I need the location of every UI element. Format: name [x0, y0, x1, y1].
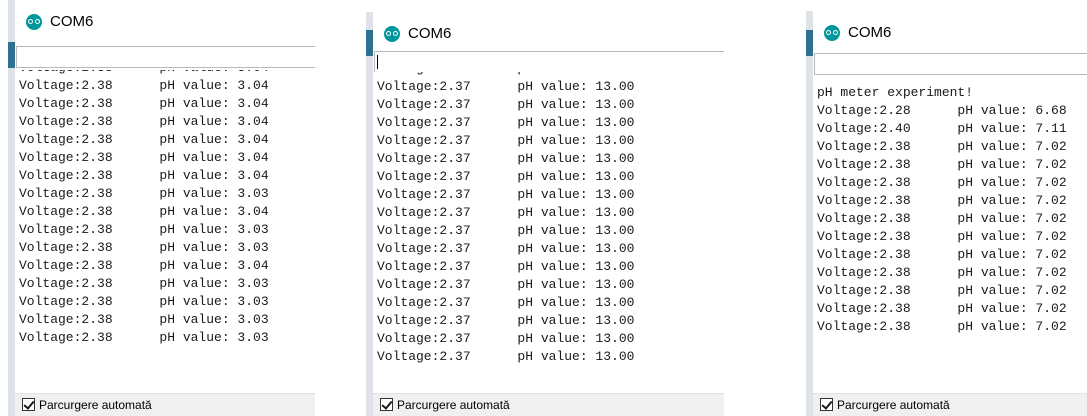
- serial-input-field[interactable]: [16, 46, 315, 68]
- output-line: Voltage:2.37 pH value: 13.00: [377, 115, 635, 130]
- output-line: Voltage:2.37 pH value: 13.00: [377, 169, 635, 184]
- serial-output[interactable]: Voltage:2.37 pH value: 13.00 Voltage:2.37…: [373, 72, 724, 394]
- serial-monitor-window-3: COM6 pH meter experiment! Voltage:2.28 pH…: [806, 11, 1087, 416]
- output-line: Voltage:2.37 pH value: 13.00: [377, 187, 635, 202]
- window-left-edge: [806, 11, 813, 416]
- title-bar[interactable]: COM6: [373, 12, 724, 56]
- title-bar[interactable]: COM6: [813, 11, 1087, 55]
- output-line: Voltage:2.37 pH value: 13.00: [377, 259, 635, 274]
- autoscroll-checkbox[interactable]: [820, 398, 833, 411]
- serial-output[interactable]: Voltage:2.38 pH value: 3.04 Voltage:2.38 …: [15, 70, 315, 394]
- output-line: Voltage:2.38 pH value: 3.03: [19, 294, 269, 309]
- output-line: Voltage:2.38 pH value: 3.04: [19, 96, 269, 111]
- output-line-partial: Voltage:2.38 pH value: 3.04: [19, 70, 269, 77]
- output-line: Voltage:2.38 pH value: 7.02: [817, 229, 1067, 244]
- output-line: Voltage:2.37 pH value: 13.00: [377, 313, 635, 328]
- serial-input-field[interactable]: [374, 51, 724, 73]
- title-bar[interactable]: COM6: [15, 0, 315, 44]
- text-caret: [377, 54, 378, 69]
- output-line: Voltage:2.38 pH value: 3.04: [19, 132, 269, 147]
- output-line: Voltage:2.28 pH value: 6.68: [817, 103, 1067, 118]
- serial-output[interactable]: pH meter experiment! Voltage:2.28 pH valu…: [813, 80, 1087, 394]
- output-line: Voltage:2.38 pH value: 7.02: [817, 139, 1067, 154]
- output-line: Voltage:2.37 pH value: 13.00: [377, 205, 635, 220]
- bottom-bar: Parcurgere automată: [15, 393, 315, 416]
- output-line: Voltage:2.38 pH value: 3.04: [19, 150, 269, 165]
- output-line: Voltage:2.37 pH value: 13.00: [377, 331, 635, 346]
- autoscroll-checkbox[interactable]: [380, 398, 393, 411]
- arduino-icon: [26, 14, 42, 30]
- output-line: Voltage:2.38 pH value: 3.04: [19, 168, 269, 183]
- arduino-icon: [384, 26, 400, 42]
- output-line: Voltage:2.37 pH value: 13.00: [377, 241, 635, 256]
- window-left-edge: [366, 12, 373, 416]
- output-line: Voltage:2.38 pH value: 3.03: [19, 240, 269, 255]
- arduino-icon: [824, 25, 840, 41]
- output-line: Voltage:2.38 pH value: 7.02: [817, 157, 1067, 172]
- output-line: Voltage:2.37 pH value: 13.00: [377, 295, 635, 310]
- output-line: Voltage:2.37 pH value: 13.00: [377, 223, 635, 238]
- output-line: Voltage:2.38 pH value: 3.03: [19, 330, 269, 345]
- window-title: COM6: [50, 13, 94, 30]
- serial-monitor-window-1: COM6 Voltage:2.38 pH value: 3.04 Voltage:…: [8, 0, 315, 416]
- autoscroll-checkbox[interactable]: [22, 398, 35, 411]
- output-line: Voltage:2.38 pH value: 3.04: [19, 204, 269, 219]
- output-line: Voltage:2.38 pH value: 7.02: [817, 211, 1067, 226]
- output-line: Voltage:2.37 pH value: 13.00: [377, 277, 635, 292]
- output-line: Voltage:2.38 pH value: 7.02: [817, 175, 1067, 190]
- serial-monitor-window-2: COM6 Voltage:2.37 pH value: 13.00 Voltage…: [366, 12, 724, 416]
- window-title: COM6: [848, 24, 892, 41]
- output-line: Voltage:2.38 pH value: 3.04: [19, 78, 269, 93]
- output-line: Voltage:2.38 pH value: 7.02: [817, 265, 1067, 280]
- window-title: COM6: [408, 25, 452, 42]
- output-line: Voltage:2.37 pH value: 13.00: [377, 151, 635, 166]
- output-line: Voltage:2.38 pH value: 3.03: [19, 186, 269, 201]
- output-line: Voltage:2.37 pH value: 13.00: [377, 349, 635, 364]
- output-line: Voltage:2.38 pH value: 3.03: [19, 276, 269, 291]
- bottom-bar: Parcurgere automată: [373, 393, 724, 416]
- output-line: Voltage:2.37 pH value: 13.00: [377, 97, 635, 112]
- output-line: Voltage:2.38 pH value: 7.02: [817, 247, 1067, 262]
- output-line: Voltage:2.38 pH value: 7.02: [817, 319, 1067, 334]
- output-line: Voltage:2.37 pH value: 13.00: [377, 79, 635, 94]
- output-line: Voltage:2.37 pH value: 13.00: [377, 133, 635, 148]
- output-line: Voltage:2.38 pH value: 7.02: [817, 301, 1067, 316]
- serial-input-field[interactable]: [814, 53, 1087, 75]
- output-line: Voltage:2.38 pH value: 3.03: [19, 222, 269, 237]
- output-line: Voltage:2.38 pH value: 7.02: [817, 283, 1067, 298]
- autoscroll-label: Parcurgere automată: [397, 398, 510, 412]
- output-line: pH meter experiment!: [817, 85, 974, 100]
- output-line: Voltage:2.40 pH value: 7.11: [817, 121, 1067, 136]
- bottom-bar: Parcurgere automată: [813, 393, 1087, 416]
- autoscroll-label: Parcurgere automată: [837, 398, 950, 412]
- output-line: Voltage:2.38 pH value: 3.04: [19, 258, 269, 273]
- autoscroll-label: Parcurgere automată: [39, 398, 152, 412]
- output-line: Voltage:2.38 pH value: 3.03: [19, 312, 269, 327]
- window-left-edge: [8, 0, 15, 416]
- output-line: Voltage:2.38 pH value: 3.04: [19, 114, 269, 129]
- output-line: Voltage:2.38 pH value: 7.02: [817, 193, 1067, 208]
